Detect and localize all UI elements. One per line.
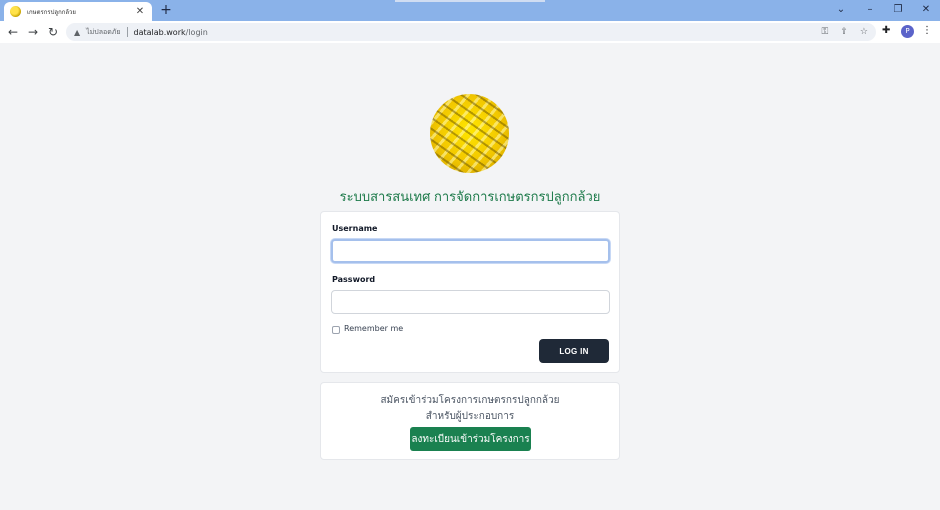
close-window-button[interactable]: ✕ bbox=[916, 2, 936, 18]
remember-me-label[interactable]: Remember me bbox=[344, 324, 403, 333]
tab-close-icon[interactable]: ✕ bbox=[134, 6, 146, 17]
tab-strip-indicator bbox=[395, 0, 545, 2]
username-label: Username bbox=[332, 224, 378, 233]
banana-logo-image bbox=[430, 94, 509, 173]
browser-tab-strip: เกษตรกรปลูกกล้วย ✕ + ⌄ – ❐ ✕ bbox=[0, 0, 940, 21]
bookmark-star-icon[interactable]: ☆ bbox=[860, 27, 868, 37]
restore-button[interactable]: ❐ bbox=[888, 2, 908, 18]
browser-tab-active[interactable]: เกษตรกรปลูกกล้วย ✕ bbox=[4, 2, 152, 21]
share-icon[interactable]: ⇪ bbox=[840, 27, 848, 37]
remember-me-checkbox[interactable] bbox=[332, 326, 340, 334]
tab-search-chevron-icon[interactable]: ⌄ bbox=[831, 2, 851, 18]
page-title: ระบบสารสนเทศ การจัดการเกษตรกรปลูกกล้วย bbox=[339, 189, 601, 204]
banana-favicon-icon bbox=[10, 6, 21, 17]
password-label: Password bbox=[332, 275, 376, 284]
password-input[interactable] bbox=[331, 290, 610, 314]
browser-menu-icon[interactable]: ⋮ bbox=[922, 25, 932, 36]
register-subheading: สำหรับผู้ประกอบการ bbox=[425, 411, 515, 422]
username-input[interactable] bbox=[331, 239, 610, 263]
register-card: สมัครเข้าร่วมโครงการเกษตรกรปลูกกล้วย สำห… bbox=[320, 382, 620, 460]
back-arrow-icon[interactable]: ← bbox=[3, 22, 23, 42]
extensions-puzzle-icon[interactable]: ✚ bbox=[882, 25, 890, 36]
address-separator bbox=[126, 27, 128, 37]
register-heading: สมัครเข้าร่วมโครงการเกษตรกรปลูกกล้วย bbox=[380, 395, 560, 406]
reload-icon[interactable]: ↻ bbox=[43, 22, 63, 42]
url-host: datalab.work bbox=[133, 27, 186, 37]
password-key-icon[interactable]: ⚿ bbox=[822, 27, 829, 37]
profile-avatar[interactable]: P bbox=[901, 25, 914, 38]
minimize-button[interactable]: – bbox=[860, 2, 880, 18]
warning-triangle-icon[interactable]: ▲ bbox=[74, 28, 80, 37]
login-form-card: Username Password Remember me LOG IN bbox=[320, 211, 620, 373]
not-secure-label[interactable]: ไม่ปลอดภัย bbox=[86, 27, 120, 38]
tab-title: เกษตรกรปลูกกล้วย bbox=[27, 8, 76, 16]
register-button[interactable]: ลงทะเบียนเข้าร่วมโครงการ bbox=[410, 427, 531, 451]
url-path: /login bbox=[185, 27, 208, 37]
forward-arrow-icon[interactable]: → bbox=[23, 22, 43, 42]
address-bar[interactable]: ▲ ไม่ปลอดภัย datalab.work/login ⚿ ⇪ ☆ bbox=[66, 23, 876, 41]
new-tab-button[interactable]: + bbox=[158, 2, 174, 18]
browser-toolbar: ← → ↻ ▲ ไม่ปลอดภัย datalab.work/login ⚿ … bbox=[0, 21, 940, 43]
url-text[interactable]: datalab.work/login bbox=[134, 28, 208, 37]
omnibox-actions: ⚿ ⇪ ☆ bbox=[822, 27, 868, 37]
login-button[interactable]: LOG IN bbox=[539, 339, 609, 363]
